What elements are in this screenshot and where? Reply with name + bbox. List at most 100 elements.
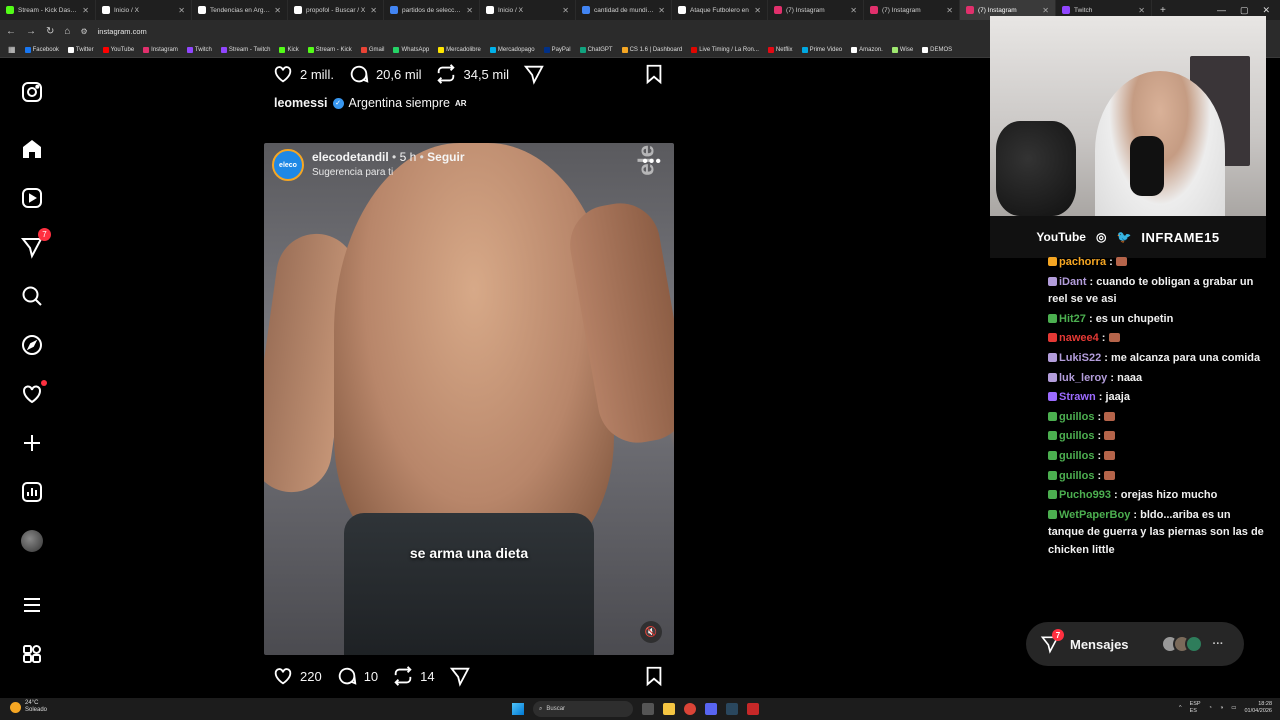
chat-username[interactable]: guillos [1059,470,1094,482]
search-icon[interactable] [19,283,45,309]
browser-tab[interactable]: Tendencias en Argent ✕ [192,0,288,20]
chat-username[interactable]: WetPaperBoy [1059,509,1130,521]
bookmark-item[interactable]: Instagram [143,46,178,53]
browser-tab[interactable]: propofol - Buscar / X ✕ [288,0,384,20]
notifications-heart-icon[interactable] [19,380,47,407]
tab-close-icon[interactable]: ✕ [274,6,281,15]
comment-button[interactable]: 20,6 mil [348,63,421,85]
share-button[interactable] [449,665,471,687]
chat-username[interactable]: guillos [1059,450,1094,462]
task-view-icon[interactable] [642,703,654,715]
wifi-icon[interactable]: ◔ [1209,705,1212,712]
save-button[interactable] [643,63,665,90]
chat-username[interactable]: Strawn [1059,391,1096,403]
browser-tab[interactable]: (7) Instagram ✕ [768,0,864,20]
app-icon[interactable] [747,703,759,715]
chat-username[interactable]: guillos [1059,430,1094,442]
bookmark-item[interactable]: Live Timing / La Ron... [691,46,759,53]
like-button[interactable]: 220 [272,665,322,687]
dashboard-icon[interactable] [19,479,45,505]
tray-chevron-icon[interactable]: ^ [1179,705,1182,712]
windows-start-icon[interactable] [512,703,524,715]
chat-username[interactable]: iDant [1059,276,1087,288]
like-button[interactable]: 2 mill. [272,63,334,85]
bookmark-item[interactable]: Kick [279,46,299,53]
bookmark-item[interactable]: Twitter [67,46,94,53]
url-field[interactable]: instagram.com [98,27,147,36]
bookmark-item[interactable]: Mercadolibre [438,46,481,53]
post-author-avatar[interactable]: eleco [272,149,304,181]
repost-button[interactable]: 34,5 mil [435,63,509,85]
maximize-icon[interactable]: ▢ [1240,5,1249,16]
menu-icon[interactable] [19,592,45,618]
discord-icon[interactable] [705,703,717,715]
bookmark-item[interactable]: Stream - Twitch [220,46,270,53]
chat-username[interactable]: Hit27 [1059,313,1086,325]
comment-button[interactable]: 10 [336,665,378,687]
bookmark-item[interactable]: Wise [891,46,913,53]
close-window-icon[interactable]: ✕ [1262,5,1270,16]
tab-close-icon[interactable]: ✕ [850,6,857,15]
chat-username[interactable]: nawee4 [1059,332,1099,344]
tab-close-icon[interactable]: ✕ [466,6,473,15]
bookmark-item[interactable]: PayPal [543,46,571,53]
forward-icon[interactable]: → [26,26,36,37]
browser-tab[interactable]: partidos de selección ✕ [384,0,480,20]
file-explorer-icon[interactable] [663,703,675,715]
bookmark-item[interactable]: Prime Video [801,46,842,53]
volume-icon[interactable]: ◑ [1220,705,1223,712]
chat-username[interactable]: luk_leroy [1059,372,1107,384]
weather-widget[interactable]: 24°C Soleado [10,700,47,714]
bookmark-item[interactable]: Twitch [186,46,212,53]
bookmark-item[interactable]: ChatGPT [579,46,613,53]
tab-close-icon[interactable]: ✕ [946,6,953,15]
apps-icon[interactable]: ▦ [8,45,16,54]
browser-tab[interactable]: Ataque Futbolero en ✕ [672,0,768,20]
bookmark-item[interactable]: CS 1.6 | Dashboard [621,46,682,53]
chat-username[interactable]: guillos [1059,411,1094,423]
post-author-name[interactable]: elecodetandil [312,150,389,164]
clock[interactable]: 18:28 01/04/2026 [1244,701,1272,715]
bookmark-item[interactable]: Mercadopago [489,46,535,53]
bookmark-item[interactable]: Amazon. [851,46,883,53]
lang-label[interactable]: ESP [1190,701,1201,707]
tab-close-icon[interactable]: ✕ [754,6,761,15]
messages-button[interactable]: 7 Mensajes ··· [1026,622,1244,666]
back-icon[interactable]: ← [6,26,16,37]
more-options-icon[interactable]: ••• [642,153,662,171]
tab-close-icon[interactable]: ✕ [370,6,377,15]
home-icon[interactable]: ⌂ [64,26,70,37]
caption-username[interactable]: leomessi [274,96,328,110]
more-icon[interactable]: ··· [1213,638,1224,650]
messages-icon[interactable]: 7 [19,228,51,260]
repost-button[interactable]: 14 [392,665,435,687]
browser-tab[interactable]: (7) Instagram ✕ [864,0,960,20]
tab-close-icon[interactable]: ✕ [178,6,185,15]
profile-avatar[interactable] [19,528,45,554]
tab-close-icon[interactable]: ✕ [1138,6,1145,15]
browser-tab[interactable]: Inicio / X ✕ [480,0,576,20]
tab-close-icon[interactable]: ✕ [562,6,569,15]
steam-icon[interactable] [726,703,738,715]
explore-icon[interactable] [19,332,45,358]
bookmark-item[interactable]: DEMOS [922,46,952,53]
follow-button[interactable]: Seguir [427,150,464,164]
save-button[interactable] [643,665,665,692]
new-tab-icon[interactable]: + [1152,5,1174,16]
tab-close-icon[interactable]: ✕ [1042,6,1049,15]
battery-icon[interactable]: ▭ [1231,705,1236,712]
browser-tab[interactable]: Stream - Kick Dashbo ✕ [0,0,96,20]
reload-icon[interactable]: ↻ [46,26,54,37]
chat-username[interactable]: Pucho993 [1059,489,1111,501]
minimize-icon[interactable]: — [1217,5,1226,16]
bookmark-item[interactable]: Gmail [360,46,384,53]
chat-username[interactable]: pachorra [1059,256,1106,268]
bookmark-item[interactable]: YouTube [102,46,134,53]
chat-username[interactable]: LukiS22 [1059,352,1101,364]
taskbar-search[interactable]: ⌕ Buscar [533,701,633,717]
reels-icon[interactable] [19,185,45,211]
browser-tab[interactable]: Inicio / X ✕ [96,0,192,20]
bookmark-item[interactable]: Stream - Kick [307,46,352,53]
bookmark-item[interactable]: WhatsApp [393,46,429,53]
create-icon[interactable] [19,430,45,456]
